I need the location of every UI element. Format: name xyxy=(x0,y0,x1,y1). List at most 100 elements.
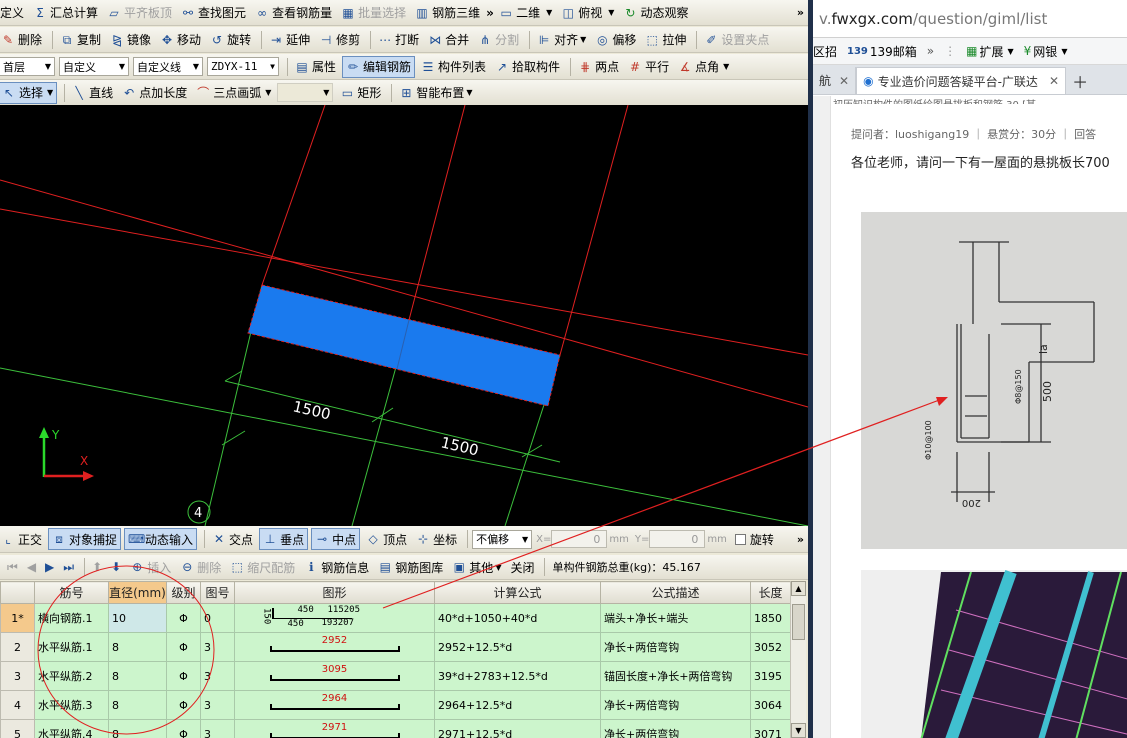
cell-description[interactable]: 净长+两倍弯钩 xyxy=(600,719,751,738)
close-icon[interactable]: ✕ xyxy=(839,74,849,88)
cell-diameter[interactable]: 8 xyxy=(108,661,167,691)
other-button[interactable]: ▣ 其他 ▼ xyxy=(449,556,504,578)
cell-shape[interactable]: 150 450 115205 450 193207 xyxy=(234,603,435,633)
tool-break[interactable]: ⋯ 打断 xyxy=(375,29,422,51)
col-figno[interactable]: 图号 xyxy=(200,581,235,604)
tool-align-slab[interactable]: ▱ 平齐板顶 xyxy=(104,2,175,24)
cell-formula[interactable]: 2971+12.5*d xyxy=(434,719,601,738)
browser-tab[interactable]: 航 ✕ xyxy=(813,67,857,94)
scale-rebar-button[interactable]: ⬚ 缩尺配筋 xyxy=(227,556,298,578)
rebar-info-button[interactable]: ℹ 钢筋信息 xyxy=(301,556,372,578)
tool-smart-layout[interactable]: ⊞ 智能布置 ▼ xyxy=(396,82,475,104)
cell-name[interactable]: 水平纵筋.2 xyxy=(34,661,109,691)
tool-find[interactable]: ⚯ 查找图元 xyxy=(178,2,249,24)
slab-component[interactable] xyxy=(247,284,561,407)
tool-rectangle[interactable]: ▭ 矩形 xyxy=(337,82,384,104)
tool-move[interactable]: ✥ 移动 xyxy=(157,29,204,51)
tool-mirror[interactable]: ⧎ 镜像 xyxy=(107,29,154,51)
cell-shape[interactable]: 2952 xyxy=(234,632,435,662)
tool-edit-rebar[interactable]: ✏ 编辑钢筋 xyxy=(342,55,416,78)
nav-last-button[interactable]: ⏭ xyxy=(60,556,77,578)
snap-intersection[interactable]: ✕ 交点 xyxy=(209,528,256,550)
y-coord-input[interactable]: 0 xyxy=(649,530,706,548)
cell-formula[interactable]: 2964+12.5*d xyxy=(434,690,601,720)
snap-object[interactable]: ⧈ 对象捕捉 xyxy=(48,528,122,550)
tool-summary[interactable]: Σ 汇总计算 xyxy=(30,2,101,24)
tool-two-points[interactable]: ⋕ 两点 xyxy=(575,56,622,78)
new-tab-button[interactable]: ＋ xyxy=(1066,67,1094,94)
snap-dynamic-input[interactable]: ⌨ 动态输入 xyxy=(124,528,198,550)
cell-shape[interactable]: 2971 xyxy=(234,719,435,738)
rotate-checkbox[interactable] xyxy=(734,533,746,545)
view-mode-dropdown[interactable]: ▭ 二维 ▼ xyxy=(496,2,555,24)
insert-button[interactable]: ⊕ 插入 xyxy=(127,556,174,578)
snap-perpendicular[interactable]: ⊥ 垂点 xyxy=(259,528,309,550)
col-formula[interactable]: 计算公式 xyxy=(434,581,601,604)
cell-formula[interactable]: 39*d+2783+12.5*d xyxy=(434,661,601,691)
scroll-down-icon[interactable]: ▼ xyxy=(791,723,806,738)
cell-grade[interactable]: Φ xyxy=(166,690,201,720)
cell-description[interactable]: 端头+净长+端头 xyxy=(600,603,751,633)
col-length[interactable]: 长度 xyxy=(750,581,791,604)
cell-length[interactable]: 1850 xyxy=(750,603,791,633)
move-up-button[interactable]: ⬆ xyxy=(89,556,105,578)
chevron-more-icon[interactable]: » xyxy=(486,6,496,20)
tool-delete[interactable]: ✎ 删除 xyxy=(0,29,45,51)
tool-set-grip[interactable]: ✐ 设置夹点 xyxy=(701,29,772,51)
table-row[interactable]: 3 水平纵筋.2 8 Φ 3 3095 39*d+2783+12.5*d 锚固长… xyxy=(0,661,791,691)
tool-select[interactable]: ↖ 选择 ▼ xyxy=(0,81,58,104)
offset-dropdown[interactable]: 不偏移 ▼ xyxy=(472,529,533,549)
nav-prev-button[interactable]: ◀ xyxy=(24,556,39,578)
cell-description[interactable]: 净长+两倍弯钩 xyxy=(600,632,751,662)
tool-rotate[interactable]: ↺ 旋转 xyxy=(207,29,254,51)
tool-copy[interactable]: ⧉ 复制 xyxy=(57,29,104,51)
extension-button[interactable]: ▦ 扩展 ▼ xyxy=(966,43,1014,60)
scroll-thumb[interactable] xyxy=(792,604,805,640)
tool-point-angle[interactable]: ∡ 点角 ▼ xyxy=(675,56,732,78)
cell-grade[interactable]: Φ xyxy=(166,603,201,633)
tool-properties[interactable]: ▤ 属性 xyxy=(292,56,339,78)
snap-coordinate[interactable]: ⊹ 坐标 xyxy=(413,528,460,550)
bookmark-item[interactable]: 区招 xyxy=(813,43,837,60)
chevron-more-icon[interactable]: » xyxy=(797,533,804,546)
nav-next-button[interactable]: ▶ xyxy=(42,556,57,578)
tool-view-rebar[interactable]: ∞ 查看钢筋量 xyxy=(252,2,335,24)
tool-trim[interactable]: ⊣ 修剪 xyxy=(316,29,363,51)
col-shape[interactable]: 图形 xyxy=(234,581,435,604)
cell-name[interactable]: 横向钢筋.1 xyxy=(34,603,109,633)
tool-merge[interactable]: ⋈ 合并 xyxy=(425,29,472,51)
cell-formula[interactable]: 40*d+1050+40*d xyxy=(434,603,601,633)
cell-figno[interactable]: 3 xyxy=(200,661,235,691)
tool-component-list[interactable]: ☰ 构件列表 xyxy=(418,56,489,78)
tool-dynamic-view[interactable]: ↻ 动态观察 xyxy=(620,2,691,24)
rebar-library-button[interactable]: ▤ 钢筋图库 xyxy=(375,556,446,578)
line-dropdown[interactable]: 自定义线 ▼ xyxy=(133,57,203,76)
tool-parallel[interactable]: # 平行 xyxy=(625,56,672,78)
close-grid-button[interactable]: 关闭 xyxy=(507,556,537,578)
tool-point-length[interactable]: ↶ 点加长度 xyxy=(119,82,190,104)
cell-figno[interactable]: 3 xyxy=(200,632,235,662)
drawing-photo[interactable]: la 500 Φ8@150 Φ10@100 200 xyxy=(861,212,1127,549)
tool-extend[interactable]: ⇥ 延伸 xyxy=(266,29,313,51)
tool-align[interactable]: ⊫ 对齐 ▼ xyxy=(534,29,589,51)
question-title-partial[interactable]: 初历知识构件的图纸绘图悬挑板和钢筋 30 [某 xyxy=(833,96,1127,104)
table-row[interactable]: 4 水平纵筋.3 8 Φ 3 2964 2964+12.5*d 净长+两倍弯钩 … xyxy=(0,690,791,720)
table-scrollbar[interactable]: ▲ ▼ xyxy=(790,581,806,738)
col-grade[interactable]: 级别 xyxy=(166,581,201,604)
code-dropdown[interactable]: ZDYX-11 ▼ xyxy=(207,57,279,76)
cell-figno[interactable]: 3 xyxy=(200,719,235,738)
cell-diameter[interactable]: 8 xyxy=(108,719,167,738)
snap-midpoint[interactable]: ⊸ 中点 xyxy=(311,528,361,550)
cell-diameter[interactable]: 8 xyxy=(108,690,167,720)
menu-dots-icon[interactable]: ⋮ xyxy=(944,44,956,58)
type-dropdown[interactable]: 自定义 ▼ xyxy=(59,57,129,76)
nav-first-button[interactable]: ⏮ xyxy=(4,556,21,578)
chevron-more-icon[interactable]: » xyxy=(927,44,934,58)
cell-length[interactable]: 3071 xyxy=(750,719,791,738)
cell-shape[interactable]: 3095 xyxy=(234,661,435,691)
col-diameter[interactable]: 直径(mm) xyxy=(108,581,167,604)
tool-split[interactable]: ⋔ 分割 xyxy=(475,29,522,51)
cell-grade[interactable]: Φ xyxy=(166,632,201,662)
delete-row-button[interactable]: ⊖ 删除 xyxy=(177,556,224,578)
cell-name[interactable]: 水平纵筋.3 xyxy=(34,690,109,720)
